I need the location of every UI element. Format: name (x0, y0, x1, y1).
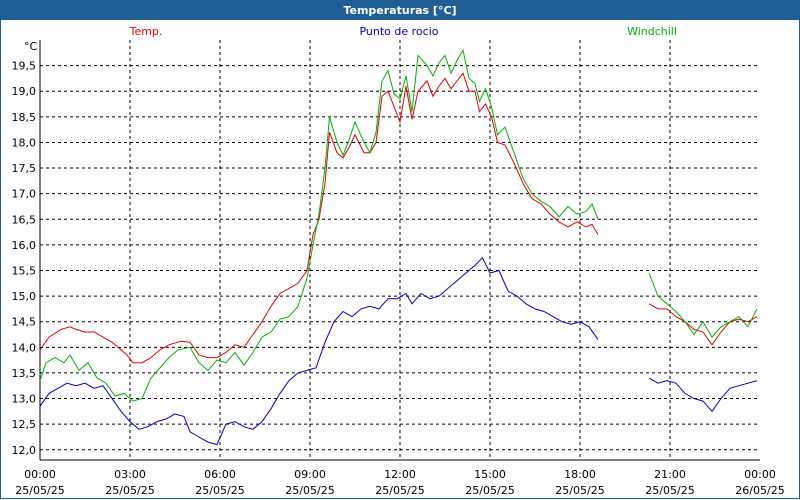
y-tick-label: 15,0 (12, 290, 37, 303)
x-tick-date: 25/05/25 (285, 484, 334, 497)
y-tick-label: 17,5 (12, 162, 37, 175)
x-tick-labels: 00:00 25/05/25 03:00 25/05/25 06:00 25/05/25 0… (15, 468, 784, 497)
temperature-chart: 12,0 12,5 13,0 13,5 14,0 14,5 15,0 15,5 16,0 16,5… (12, 25, 785, 497)
y-tick-label: 13,5 (12, 367, 37, 380)
x-tick-time: 00:00 (24, 468, 56, 481)
y-tick-label: 16,0 (12, 239, 37, 252)
y-axis-unit: °C (24, 40, 38, 53)
x-tick-date: 25/05/25 (465, 484, 514, 497)
legend-entry: Punto de rocio (359, 25, 438, 38)
y-tick-labels: 12,0 12,5 13,0 13,5 14,0 14,5 15,0 15,5 16,0 16,5… (12, 60, 37, 457)
grid-lines (40, 40, 760, 460)
series-line-punto-de-rocio (39, 256, 599, 446)
x-tick-date: 25/05/25 (375, 484, 424, 497)
x-tick-date: 25/05/25 (105, 484, 154, 497)
x-tick-date: 25/05/25 (15, 484, 64, 497)
x-tick-date: 26/05/25 (735, 484, 784, 497)
series-line-windchill (39, 48, 599, 402)
x-tick-time: 00:00 (744, 468, 776, 481)
y-tick-label: 17,0 (12, 188, 37, 201)
y-tick-label: 12,0 (12, 444, 37, 457)
x-tick-time: 12:00 (384, 468, 416, 481)
y-tick-label: 13,0 (12, 393, 37, 406)
x-tick-time: 15:00 (474, 468, 506, 481)
series-line-windchill (648, 272, 758, 338)
series-line-temp (648, 303, 758, 346)
x-tick-date: 25/05/25 (195, 484, 244, 497)
y-tick-label: 19,0 (12, 85, 37, 98)
y-tick-label: 14,0 (12, 341, 37, 354)
legend-entry: Windchill (627, 25, 677, 38)
x-tick-time: 09:00 (294, 468, 326, 481)
y-tick-label: 14,5 (12, 316, 37, 329)
x-tick-date: 25/05/25 (555, 484, 604, 497)
y-tick-label: 15,5 (12, 264, 37, 277)
x-tick-time: 03:00 (114, 468, 146, 481)
x-tick-time: 18:00 (564, 468, 596, 481)
x-tick-time: 21:00 (654, 468, 686, 481)
y-tick-label: 18,0 (12, 136, 37, 149)
y-tick-label: 19,5 (12, 60, 37, 73)
legend: Temp. Punto de rocio Windchill (129, 25, 677, 38)
y-tick-label: 12,5 (12, 418, 37, 431)
y-tick-label: 16,5 (12, 213, 37, 226)
x-tick-time: 06:00 (204, 468, 236, 481)
legend-entry: Temp. (129, 25, 163, 38)
series-line-punto-de-rocio (648, 377, 758, 413)
x-tick-date: 25/05/25 (645, 484, 694, 497)
y-tick-label: 18,5 (12, 111, 37, 124)
series-lines (39, 48, 758, 446)
